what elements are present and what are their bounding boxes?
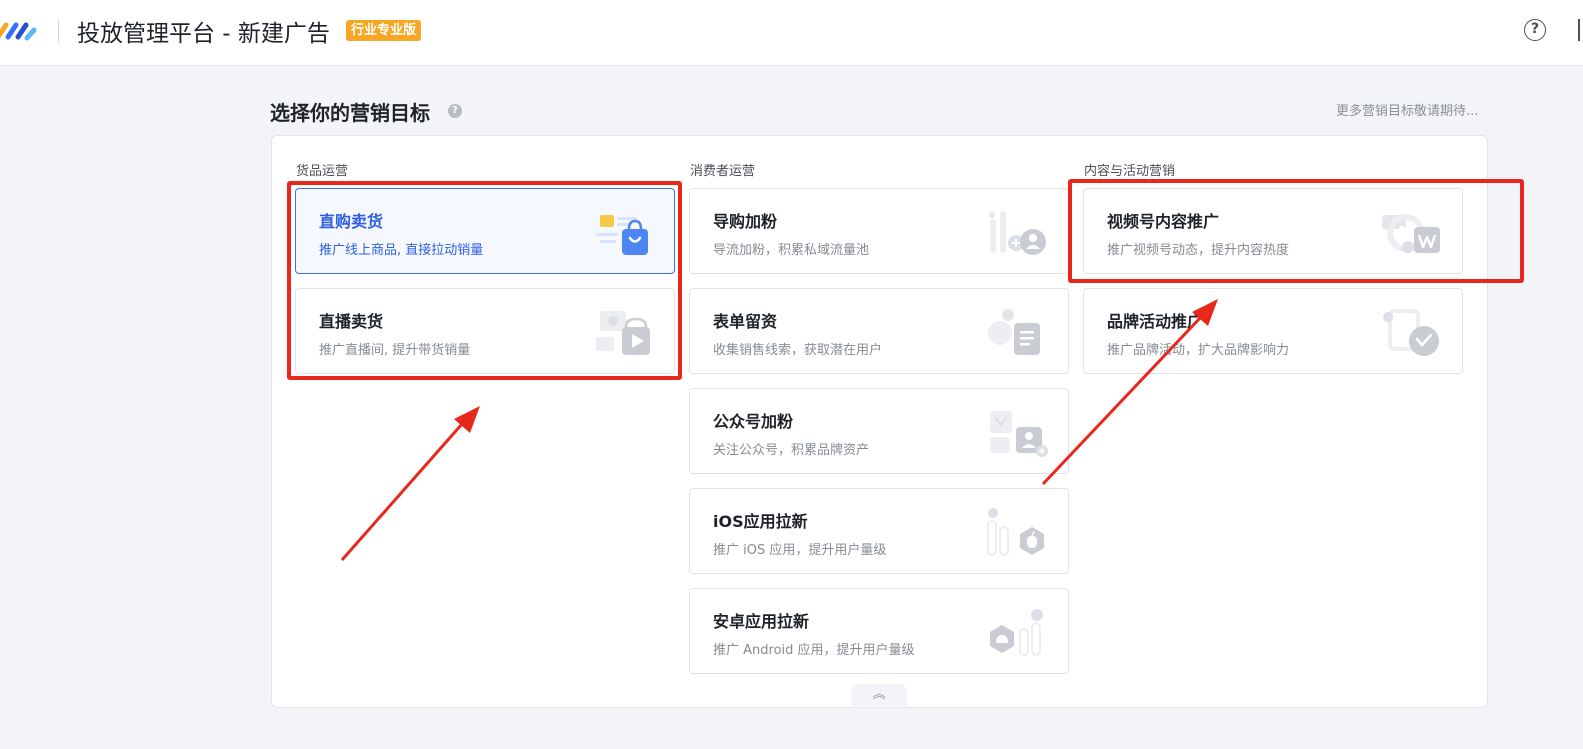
section-title: 选择你的营销目标 [270,101,430,125]
top-bar: 投放管理平台 - 新建广告 行业专业版 ? [0,0,1583,66]
column-label-goods: 货品运营 [296,164,349,179]
goal-card-shopping-guide[interactable]: 导购加粉 导流加粉，积累私域流量池 [689,188,1069,274]
card-title: 直购卖货 [319,212,384,231]
app-logo-icon[interactable] [0,17,42,43]
goal-card-direct-sales[interactable]: 直购卖货 推广线上商品, 直接拉动销量 [295,188,675,274]
brand-event-icon [1383,309,1439,356]
channels-icon [1382,214,1440,253]
card-title: 导购加粉 [713,212,778,231]
goal-card-android-app[interactable]: 安卓应用拉新 推广 Android 应用，提升用户量级 [689,588,1069,674]
card-title: 视频号内容推广 [1107,212,1220,231]
card-desc: 推广线上商品, 直接拉动销量 [319,243,484,258]
card-desc: 关注公众号，积累品牌资产 [713,443,870,458]
card-title: 品牌活动推广 [1107,312,1204,331]
card-title: 直播卖货 [319,312,384,331]
card-desc: 收集销售线索，获取潜在用户 [713,343,883,358]
goal-card-ios-app[interactable]: iOS应用拉新 推广 iOS 应用，提升用户量级 [689,488,1069,574]
card-title: iOS应用拉新 [713,512,808,531]
header-divider [58,19,59,43]
card-title: 表单留资 [713,312,778,331]
live-play-icon [596,311,650,355]
edge-divider [1578,19,1580,41]
goal-card-form-leads[interactable]: 表单留资 收集销售线索，获取潜在用户 [689,288,1069,374]
goal-card-channels-content[interactable]: 视频号内容推广 推广视频号动态，提升内容热度 [1083,188,1463,274]
column-label-content: 内容与活动营销 [1084,164,1176,179]
card-desc: 推广视频号动态，提升内容热度 [1107,243,1290,258]
card-title: 公众号加粉 [713,412,794,431]
card-desc: 推广 Android 应用，提升用户量级 [713,643,915,658]
android-icon [990,609,1043,656]
goal-card-live-sales[interactable]: 直播卖货 推广直播间, 提升带货销量 [295,288,675,374]
official-account-icon [990,411,1048,457]
goal-card-official-account[interactable]: 公众号加粉 关注公众号，积累品牌资产 [689,388,1069,474]
form-doc-icon [988,309,1040,355]
more-goals-link[interactable]: 更多营销目标敬请期待... [1336,100,1478,119]
edition-badge: 行业专业版 [346,20,422,41]
card-desc: 推广直播间, 提升带货销量 [319,343,471,358]
app-title: 投放管理平台 - 新建广告 [77,21,330,47]
shopping-bag-icon [596,215,648,255]
goal-card-brand-event[interactable]: 品牌活动推广 推广品牌活动，扩大品牌影响力 [1083,288,1463,374]
apple-icon [987,508,1044,556]
collapse-button[interactable]: ︽ [851,684,907,706]
section-help-icon[interactable]: ? [448,104,462,118]
add-contact-icon [989,211,1046,255]
card-title: 安卓应用拉新 [713,612,810,631]
column-label-consumer: 消费者运营 [690,164,756,179]
help-icon[interactable]: ? [1524,19,1546,41]
card-desc: 导流加粉，积累私域流量池 [713,243,870,258]
card-desc: 推广 iOS 应用，提升用户量级 [713,543,887,558]
card-desc: 推广品牌活动，扩大品牌影响力 [1107,343,1290,358]
